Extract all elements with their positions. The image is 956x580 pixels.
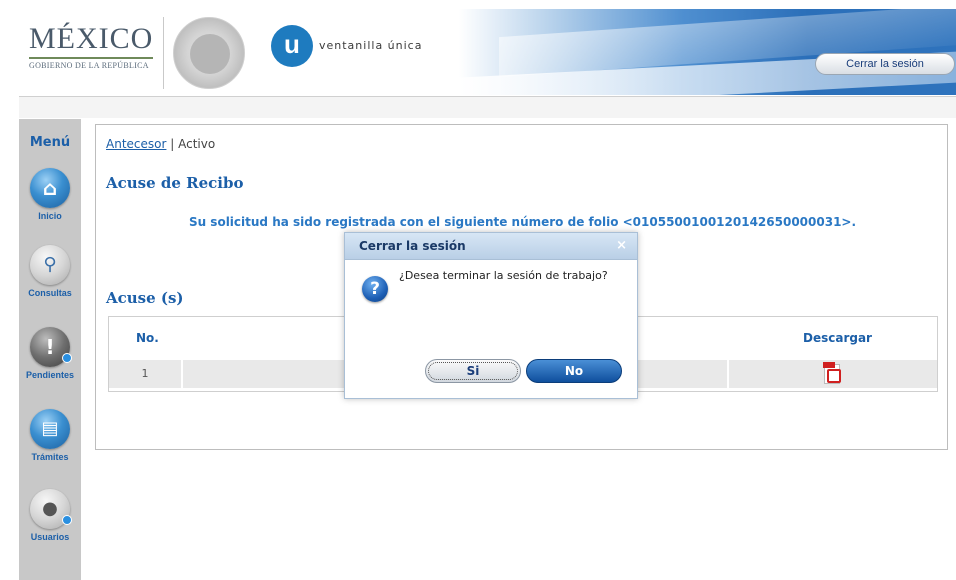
users-icon[interactable]: ●	[30, 489, 72, 529]
alert-icon[interactable]: !	[30, 327, 72, 367]
breadcrumb-link-antecesor[interactable]: Antecesor	[106, 137, 166, 151]
sidebar-item-label[interactable]: Inicio	[19, 211, 81, 221]
ventanilla-unica-text: ventanilla única	[319, 39, 423, 52]
question-icon: ?	[362, 276, 388, 302]
logo-divider	[29, 57, 153, 59]
logo-mexico-text: MÉXICO	[29, 22, 154, 55]
sidebar-item-pendientes[interactable]: ! Pendientes	[19, 327, 81, 380]
sidebar-item-usuarios[interactable]: ● Usuarios	[19, 489, 81, 542]
sidebar-item-tramites[interactable]: ▤ Trámites	[19, 409, 81, 462]
sidebar-item-label[interactable]: Consultas	[19, 288, 81, 298]
pdf-icon[interactable]	[823, 362, 841, 384]
dialog-titlebar: Cerrar la sesión ×	[345, 233, 637, 260]
folio-message: Su solicitud ha sido registrada con el s…	[188, 215, 857, 229]
breadcrumb-separator: |	[166, 137, 179, 151]
column-header-descargar: Descargar	[803, 331, 872, 345]
sidebar: Menú ⌂ Inicio ⚲ Consultas ! Pendientes ▤…	[19, 119, 81, 580]
close-icon[interactable]: ×	[616, 238, 627, 253]
dialog-title: Cerrar la sesión	[359, 239, 466, 253]
home-icon[interactable]: ⌂	[30, 168, 70, 208]
sidebar-item-label[interactable]: Usuarios	[19, 532, 81, 542]
header-separator	[163, 17, 164, 89]
search-icon[interactable]: ⚲	[30, 245, 70, 285]
ventanilla-unica-logo-icon: u	[271, 25, 313, 67]
column-header-no: No.	[136, 331, 159, 345]
document-icon[interactable]: ▤	[30, 409, 70, 449]
national-seal-icon	[173, 17, 245, 89]
no-button[interactable]: No	[526, 359, 622, 383]
logout-confirm-dialog: Cerrar la sesión × ? ¿Desea terminar la …	[344, 232, 638, 399]
sidebar-item-label[interactable]: Pendientes	[19, 370, 81, 380]
breadcrumb-current: Activo	[178, 137, 216, 151]
breadcrumb: Antecesor | Activo	[106, 137, 215, 151]
sidebar-title: Menú	[29, 135, 71, 150]
logout-button[interactable]: Cerrar la sesión	[815, 53, 955, 75]
header-subband	[19, 96, 956, 118]
logo-gobierno-text: GOBIERNO DE LA REPÚBLICA	[29, 61, 149, 70]
sidebar-item-consultas[interactable]: ⚲ Consultas	[19, 245, 81, 298]
mexico-logo: MÉXICO GOBIERNO DE LA REPÚBLICA	[29, 22, 159, 70]
sidebar-item-inicio[interactable]: ⌂ Inicio	[19, 168, 81, 221]
header: MÉXICO GOBIERNO DE LA REPÚBLICA u ventan…	[19, 9, 956, 95]
dialog-message: ¿Desea terminar la sesión de trabajo?	[399, 269, 608, 282]
header-banner-graphic	[459, 9, 956, 95]
sidebar-item-label[interactable]: Trámites	[19, 452, 81, 462]
cell-download	[727, 360, 937, 388]
yes-button[interactable]: Si	[425, 359, 521, 383]
cell-no: 1	[109, 360, 183, 388]
acuses-heading: Acuse (s)	[106, 289, 184, 307]
page-title: Acuse de Recibo	[106, 174, 244, 192]
